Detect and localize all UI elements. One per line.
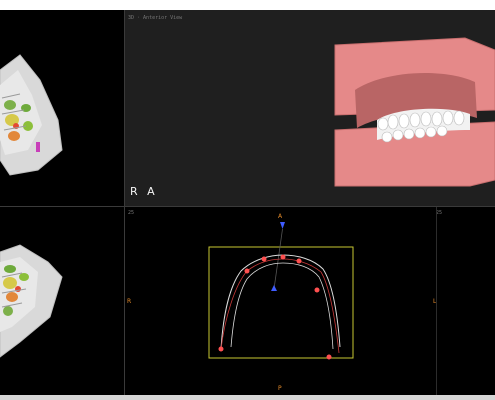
landmark-points [218, 254, 332, 360]
frontal-teeth-model [334, 37, 495, 187]
occlusal-model-upper [0, 54, 63, 176]
horizontal-divider[interactable] [0, 206, 495, 207]
viewport-bottom-left[interactable] [0, 207, 124, 395]
dental-viewer-window: 3D · Anterior View R A 25 25 A P R L [0, 0, 495, 400]
title-bar [0, 0, 495, 10]
axis-marker-center [271, 285, 277, 291]
vertical-divider[interactable] [124, 10, 125, 395]
occlusal-model-lower [0, 244, 63, 358]
orientation-badge: R A [130, 185, 158, 198]
viewport-bottom-right[interactable]: 25 25 A P R L [125, 207, 495, 395]
viewport-top-left[interactable] [0, 10, 124, 206]
status-bar [0, 395, 495, 400]
viewport-top-right[interactable]: 3D · Anterior View R A [125, 10, 495, 206]
axis-marker-top [280, 222, 285, 229]
arch-curve-view [208, 222, 354, 360]
